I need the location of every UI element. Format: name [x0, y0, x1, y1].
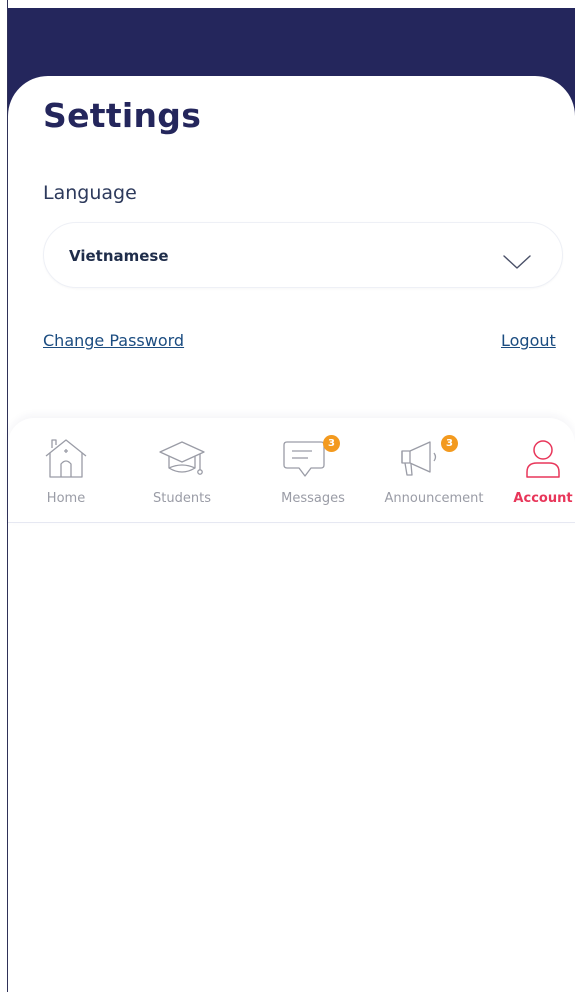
change-password-link[interactable]: Change Password	[43, 331, 184, 350]
language-select-value: Vietnamese	[69, 247, 169, 265]
language-select[interactable]: Vietnamese	[43, 222, 563, 288]
tab-students[interactable]: Students	[124, 418, 240, 523]
tab-announcement-label: Announcement	[384, 491, 484, 506]
megaphone-icon	[401, 441, 437, 476]
tab-students-label: Students	[153, 491, 211, 506]
tab-account[interactable]: Account	[497, 418, 575, 523]
tab-account-label: Account	[513, 491, 573, 506]
tab-home[interactable]: Home	[8, 418, 124, 523]
user-icon	[526, 440, 560, 478]
chevron-down-icon	[503, 255, 531, 269]
tab-messages[interactable]: 3 Messages	[240, 418, 370, 523]
language-label: Language	[43, 182, 137, 204]
messages-badge: 3	[323, 435, 340, 452]
logout-link[interactable]: Logout	[501, 331, 556, 350]
announcement-badge: 3	[441, 435, 458, 452]
message-icon	[283, 441, 325, 477]
bottom-tab-bar: Home Students 3 Messages 3 Announcement …	[8, 418, 575, 523]
tab-messages-label: Messages	[281, 491, 345, 506]
app-screen: Settings Language Vietnamese Change Pass…	[0, 0, 575, 992]
home-icon	[45, 439, 87, 478]
screen-edge	[0, 0, 8, 992]
page-title: Settings	[43, 96, 202, 135]
tab-home-label: Home	[46, 491, 86, 506]
graduation-cap-icon	[159, 441, 205, 475]
tab-announcement[interactable]: 3 Announcement	[370, 418, 497, 523]
content-sheet	[8, 76, 575, 992]
